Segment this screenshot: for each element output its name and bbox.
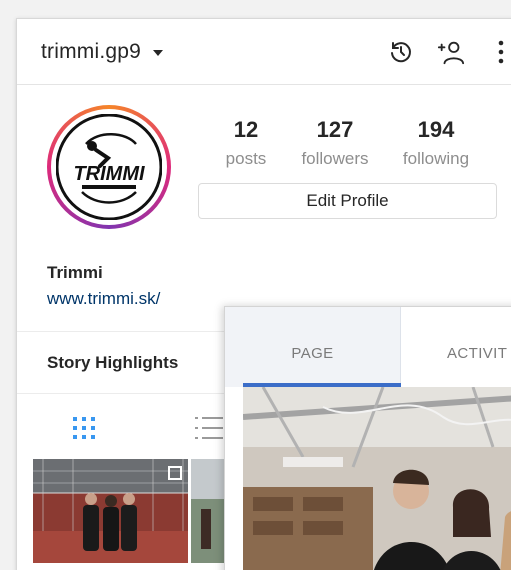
stat-label: posts	[225, 149, 267, 168]
page-cover-photo	[243, 387, 511, 570]
list-view-icon[interactable]	[193, 415, 223, 441]
panel-tabs: PAGE ACTIVIT	[225, 307, 511, 387]
more-options-icon[interactable]	[487, 38, 511, 66]
post-thumbnail[interactable]	[33, 459, 188, 563]
top-actions	[365, 19, 511, 85]
stat-posts[interactable]: 12 posts	[213, 117, 279, 169]
tab-activity[interactable]: ACTIVIT	[401, 307, 511, 387]
logo-text: TRIMMI	[73, 163, 145, 185]
stat-following[interactable]: 194 following	[391, 117, 481, 169]
profile-name: Trimmi	[47, 263, 103, 282]
website-link[interactable]: www.trimmi.sk/	[47, 289, 160, 309]
avatar[interactable]: TRIMMI	[47, 105, 171, 229]
story-highlights-title: Story Highlights	[47, 353, 179, 372]
page-activity-panel: PAGE ACTIVIT	[224, 306, 511, 570]
add-user-icon[interactable]	[437, 38, 465, 66]
edit-profile-button[interactable]: Edit Profile	[198, 183, 497, 219]
trimmi-logo: TRIMMI	[55, 113, 163, 221]
top-bar: trimmi.gp9	[17, 19, 511, 85]
tab-page[interactable]: PAGE	[225, 307, 401, 387]
stat-label: following	[402, 149, 470, 168]
profile-stats: 12 posts 127 followers 194 following	[213, 117, 511, 169]
username[interactable]: trimmi.gp9	[41, 40, 141, 64]
stat-number: 127	[316, 117, 354, 142]
tab-label: ACTIVIT	[447, 344, 508, 362]
stat-label: followers	[301, 149, 369, 168]
stat-number: 194	[417, 117, 455, 142]
tab-label: PAGE	[291, 344, 334, 362]
stat-followers[interactable]: 127 followers	[279, 117, 391, 169]
stat-number: 12	[233, 117, 259, 142]
chevron-down-icon[interactable]	[153, 50, 164, 56]
grid-view-icon[interactable]	[71, 415, 97, 441]
history-icon[interactable]	[387, 38, 415, 66]
